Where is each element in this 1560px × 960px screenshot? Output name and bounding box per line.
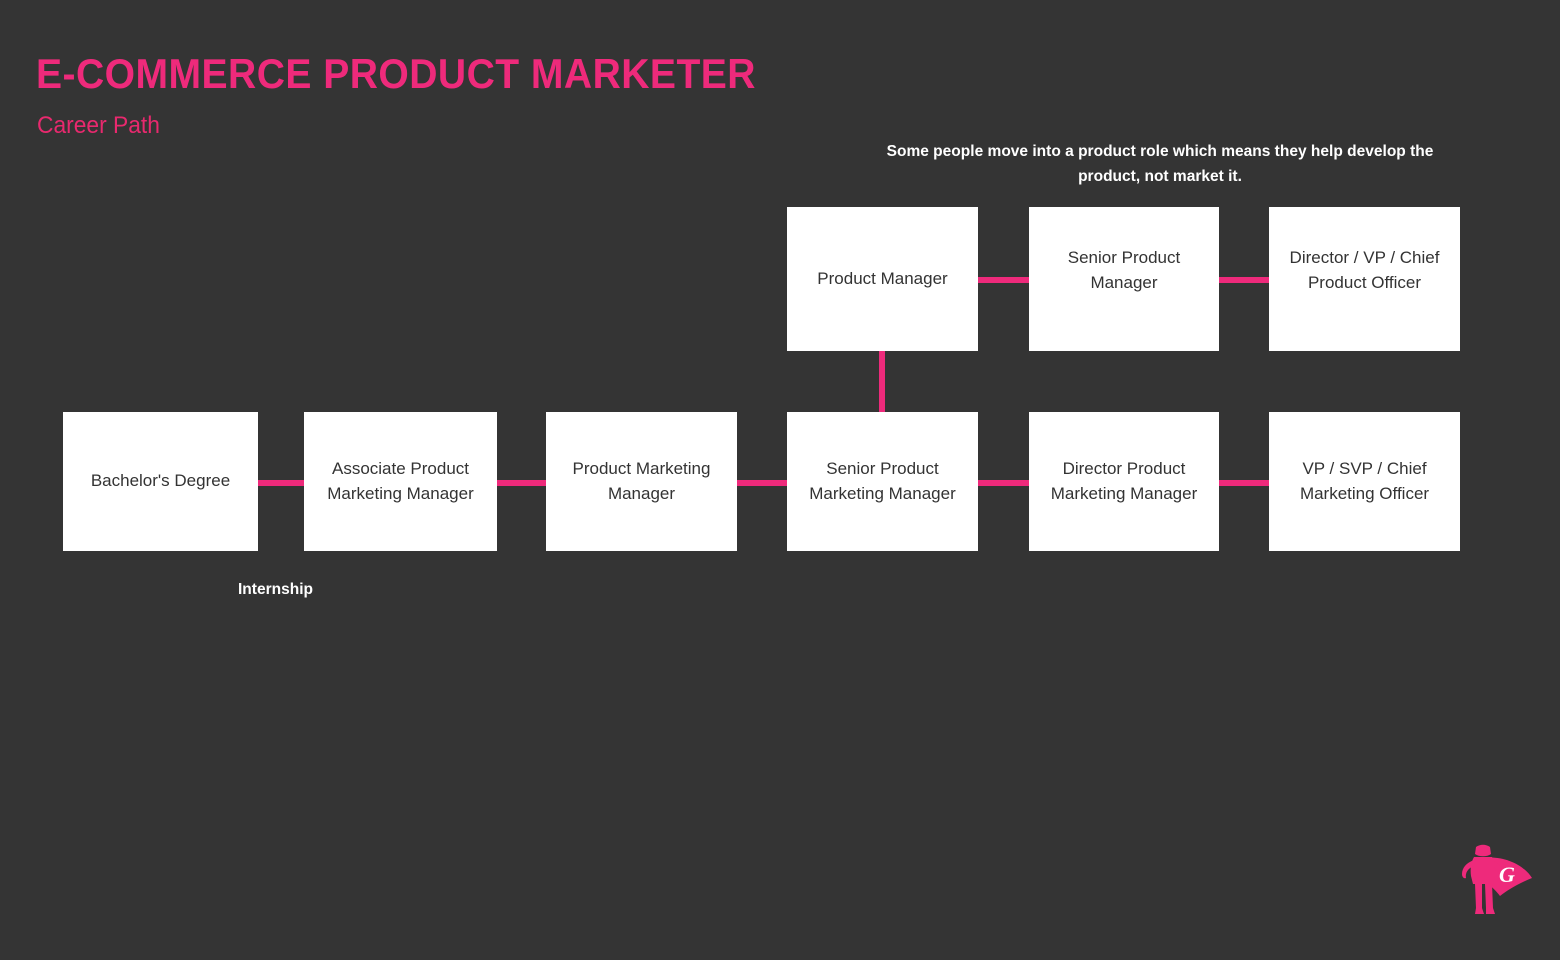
node-associate-product-marketing-manager[interactable]: Associate Product Marketing Manager bbox=[304, 412, 497, 551]
connector-pmm-to-senior-pmm bbox=[737, 480, 787, 486]
connector-assoc-pmm-to-pmm bbox=[497, 480, 546, 486]
node-label: VP / SVP / Chief Marketing Officer bbox=[1299, 458, 1430, 503]
node-label: Director Product Marketing Manager bbox=[1050, 458, 1198, 503]
superhero-logo: G bbox=[1452, 838, 1538, 924]
node-label: Senior Product Manager bbox=[1067, 248, 1181, 292]
node-product-manager[interactable]: Product Manager bbox=[787, 207, 978, 351]
node-director-product-marketing-manager[interactable]: Director Product Marketing Manager bbox=[1029, 412, 1219, 551]
torso-shape bbox=[1470, 857, 1496, 884]
node-label: Bachelor's Degree bbox=[90, 471, 231, 491]
connector-director-pmm-to-vp-svp-cmo bbox=[1219, 480, 1269, 486]
connector-senior-product-manager-to-director-vp-product bbox=[1219, 277, 1269, 283]
node-label: Director / VP / Chief Product Officer bbox=[1289, 248, 1440, 292]
connector-product-manager-to-senior-product-manager bbox=[978, 277, 1029, 283]
connector-senior-pmm-to-product-manager bbox=[879, 351, 885, 412]
product-branch-annotation: Some people move into a product role whi… bbox=[886, 143, 1434, 185]
node-label: Product Marketing Manager bbox=[572, 458, 711, 503]
connector-senior-pmm-to-director-pmm bbox=[978, 480, 1029, 486]
node-vp-svp-chief-marketing-officer[interactable]: VP / SVP / Chief Marketing Officer bbox=[1269, 412, 1460, 551]
logo-letter: G bbox=[1499, 862, 1515, 887]
connector-bachelors-to-assoc-pmm bbox=[258, 480, 304, 486]
node-director-vp-chief-product-officer[interactable]: Director / VP / Chief Product Officer bbox=[1269, 207, 1460, 351]
page-subtitle: Career Path bbox=[37, 112, 160, 139]
head-shape bbox=[1475, 844, 1491, 857]
left-leg-shape bbox=[1475, 884, 1484, 914]
internship-label: Internship bbox=[238, 581, 314, 598]
node-bachelors-degree[interactable]: Bachelor's Degree bbox=[63, 412, 258, 551]
node-senior-product-marketing-manager[interactable]: Senior Product Marketing Manager bbox=[787, 412, 978, 551]
node-product-marketing-manager[interactable]: Product Marketing Manager bbox=[546, 412, 737, 551]
node-senior-product-manager[interactable]: Senior Product Manager bbox=[1029, 207, 1219, 351]
career-path-diagram: E-Commerce Product Marketer Career Path … bbox=[0, 0, 1560, 960]
node-label: Senior Product Marketing Manager bbox=[809, 458, 956, 503]
page-title: E-Commerce Product Marketer bbox=[36, 50, 756, 97]
node-label: Associate Product Marketing Manager bbox=[327, 458, 474, 503]
node-label: Product Manager bbox=[817, 268, 948, 288]
